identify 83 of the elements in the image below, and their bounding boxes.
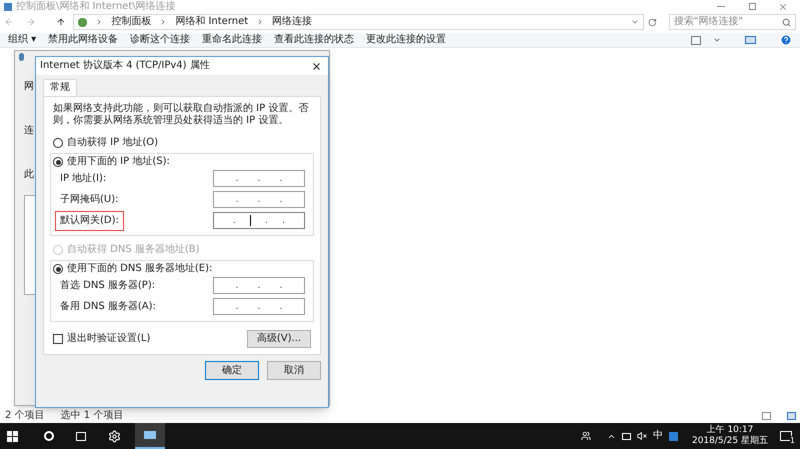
tab[interactable]: 常规: [43, 79, 77, 96]
octet-separator: .: [258, 280, 260, 290]
breadcrumb-item[interactable]: 网络和 Internet: [175, 16, 248, 28]
dialog-text: 此: [24, 169, 34, 181]
octet-separator: .: [236, 194, 238, 204]
checkbox[interactable]: [53, 334, 63, 344]
refresh-icon[interactable]: [648, 18, 657, 26]
octet-separator: .: [236, 174, 238, 184]
gear-icon[interactable]: [108, 430, 121, 442]
text-cursor-icon: [250, 215, 252, 226]
close-icon[interactable]: [311, 60, 322, 72]
status-text: 选中 1 个项目: [60, 410, 124, 422]
field-label: 默认网关(D):: [55, 210, 124, 230]
search-field[interactable]: 搜索"网络连接": [668, 14, 796, 30]
toolbar-button[interactable]: 禁用此网络设备: [48, 34, 118, 46]
octet-separator: .: [236, 280, 238, 290]
field-label: 备用 DNS 服务器(A):: [59, 300, 157, 314]
dropdown-caret-icon[interactable]: [630, 18, 639, 26]
people-icon[interactable]: [580, 431, 591, 441]
toolbar-button[interactable]: 组织 ▾: [8, 34, 36, 46]
octet-separator: .: [258, 194, 260, 204]
search-icon: [782, 18, 791, 26]
ip-address-field[interactable]: . . .: [213, 277, 305, 294]
task-view-icon[interactable]: [76, 432, 86, 440]
folder-icon: [4, 2, 12, 10]
checkbox-label: 退出时验证设置(L): [67, 333, 150, 345]
address-bar[interactable]: 控制面板 网络和 Internet 网络连接: [73, 14, 644, 30]
octet-separator: .: [233, 216, 236, 226]
breadcrumb-item[interactable]: 控制面板: [111, 16, 152, 28]
caret-icon[interactable]: [713, 36, 721, 44]
input-method-indicator[interactable]: 中: [652, 430, 663, 442]
volume-muted-icon[interactable]: [636, 431, 647, 441]
windows-logo-icon[interactable]: [7, 430, 18, 442]
toolbar-button[interactable]: 更改此连接的设置: [366, 34, 446, 46]
dialog-text: 连: [24, 125, 34, 137]
description-text: 如果网络支持此功能，则可以获取自动指派的 IP 设置。否则，你需要从网络系统管理员处获得适当的 IP 设置。: [53, 103, 310, 127]
control-panel-icon: [78, 18, 88, 26]
help-icon[interactable]: [780, 34, 792, 46]
radio-button[interactable]: [53, 138, 63, 148]
ip-address-field[interactable]: . . .: [213, 212, 305, 229]
dialog-button[interactable]: 取消: [267, 361, 321, 380]
octet-separator: .: [236, 302, 238, 312]
ip-address-field[interactable]: . . .: [213, 298, 305, 315]
radio-label: 自动获得 DNS 服务器地址(B): [67, 244, 200, 256]
radio-button[interactable]: [53, 157, 63, 167]
ip-address-field[interactable]: . . .: [213, 191, 305, 208]
octet-separator: .: [258, 302, 260, 312]
radio-label: 使用下面的 DNS 服务器地址(E):: [67, 263, 212, 275]
status-text: 2 个项目: [5, 410, 45, 422]
window-title: 控制面板\网络和 Internet\网络连接: [16, 0, 176, 12]
app-tray-icon[interactable]: [668, 432, 678, 440]
advanced-button[interactable]: 高级(V)...: [247, 330, 311, 348]
octet-separator: .: [282, 216, 285, 226]
octet-separator: .: [265, 216, 268, 226]
breadcrumb-item[interactable]: 网络连接: [272, 16, 312, 28]
octet-separator: .: [258, 174, 260, 184]
taskbar-app-button[interactable]: [135, 423, 165, 449]
large-icons-view-icon[interactable]: [787, 412, 796, 420]
restore-icon[interactable]: [749, 3, 756, 10]
dialog-title: Internet 协议版本 4 (TCP/IPv4) 属性: [40, 60, 210, 72]
octet-separator: .: [280, 174, 282, 184]
octet-separator: .: [280, 280, 282, 290]
dialog-button[interactable]: 确定: [205, 361, 259, 380]
radio-button[interactable]: [53, 264, 63, 274]
toolbar-button[interactable]: 重命名此连接: [202, 34, 262, 46]
toolbar-button[interactable]: 诊断这个连接: [130, 34, 190, 46]
field-label: 子网掩码(U):: [59, 192, 120, 206]
clock[interactable]: 上午 10:17 2018/5/25 星期五: [692, 425, 768, 447]
view-options-icon[interactable]: [691, 36, 701, 44]
ip-address-field[interactable]: . . .: [213, 170, 305, 187]
octet-separator: .: [280, 194, 282, 204]
field-label: 首选 DNS 服务器(P):: [59, 278, 156, 292]
toolbar-button[interactable]: 查看此连接的状态: [274, 34, 354, 46]
radio-label: 自动获得 IP 地址(O): [67, 137, 158, 149]
notification-count: 1: [790, 436, 795, 445]
up-arrow-icon[interactable]: [56, 17, 66, 27]
field-label: IP 地址(I):: [59, 172, 108, 186]
dialog-text: 网: [24, 81, 34, 93]
network-icon[interactable]: [622, 432, 631, 440]
radio-label: 使用下面的 IP 地址(S):: [67, 156, 170, 168]
details-view-icon[interactable]: [762, 412, 771, 420]
preview-pane-icon[interactable]: [745, 36, 756, 44]
octet-separator: .: [280, 302, 282, 312]
